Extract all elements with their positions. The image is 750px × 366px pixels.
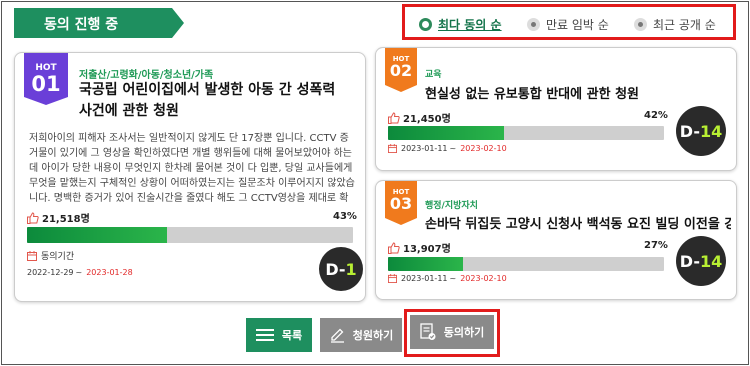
- radio-icon: [634, 18, 647, 31]
- date-separator: ~: [449, 144, 457, 153]
- date-end: 2023-01-28: [86, 268, 133, 277]
- date-start: 2023-01-11: [401, 274, 448, 283]
- petition-card-2[interactable]: HOT 02 교육 현실성 없는 유보통합 반대에 관한 청원 21,450명 …: [375, 47, 737, 171]
- petition-button[interactable]: 청원하기: [320, 318, 402, 352]
- agree-percent: 27%: [644, 240, 668, 251]
- petition-category: 저출산/고령화/아동/청소년/가족: [79, 70, 214, 81]
- petition-title[interactable]: 손바닥 뒤집듯 고양시 신청사 백석동 요진 빌딩 이전을 강: [425, 213, 731, 232]
- date-separator: ~: [75, 268, 83, 277]
- agree-count-value: 21,518명: [42, 214, 90, 225]
- sort-options: 최다 동의 순 만료 임박 순 최근 공개 순: [402, 4, 736, 40]
- rank-number: 03: [389, 194, 413, 213]
- sort-label: 만료 임박 순: [546, 18, 609, 32]
- thumbs-up-icon: [388, 241, 400, 254]
- calendar-icon: [388, 274, 397, 283]
- d-day-prefix: D-: [325, 259, 346, 279]
- petition-title[interactable]: 국공립 어린이집에서 발생한 아동 간 성폭력 사건에 관한 청원: [79, 80, 349, 122]
- agree-count-value: 13,907명: [403, 244, 451, 255]
- date-end: 2023-02-10: [460, 274, 507, 283]
- progress-fill: [388, 126, 504, 140]
- petition-button-label: 청원하기: [352, 329, 394, 342]
- agree-count: 21,450명: [388, 110, 451, 125]
- list-button-label: 목록: [281, 329, 303, 342]
- radio-selected-icon: [419, 18, 432, 31]
- date-start: 2022-12-29: [27, 268, 74, 277]
- progress-fill: [27, 227, 168, 243]
- agreement-period: 동의기간: [27, 249, 74, 262]
- calendar-icon: [27, 250, 37, 261]
- d-day-badge: D- 14: [676, 106, 726, 156]
- date-start: 2023-01-11: [401, 144, 448, 153]
- progress-fill: [388, 257, 463, 271]
- progress-bar: [27, 227, 353, 243]
- petition-title[interactable]: 현실성 없는 유보통합 반대에 관한 청원: [425, 83, 725, 102]
- petition-card-3[interactable]: HOT 03 행정/지방자치 손바닥 뒤집듯 고양시 신청사 백석동 요진 빌딩…: [375, 180, 737, 300]
- list-icon: [255, 329, 274, 341]
- progress-bar: [388, 126, 664, 140]
- d-day-number: 14: [699, 251, 723, 271]
- petition-category: 교육: [425, 70, 442, 80]
- period-dates: 2023-01-11 ~ 2023-02-10: [388, 274, 507, 283]
- calendar-icon: [388, 144, 397, 153]
- petition-card-1[interactable]: HOT 01 저출산/고령화/아동/청소년/가족 국공립 어린이집에서 발생한 …: [14, 52, 366, 302]
- progress-bar: [388, 257, 664, 271]
- d-day-badge: D- 1: [319, 247, 363, 291]
- agree-percent: 42%: [644, 110, 668, 121]
- agree-percent: 43%: [333, 211, 357, 222]
- section-header: 동의 진행 중: [14, 8, 184, 38]
- agree-button-label: 동의하기: [443, 326, 485, 339]
- pencil-icon: [330, 328, 344, 343]
- d-day-number: 14: [699, 121, 723, 141]
- petition-excerpt: 저희아이의 피해자 조사서는 일반적이지 않게도 단 17장뿐 입니다. CCT…: [29, 133, 355, 204]
- d-day-prefix: D-: [679, 121, 700, 141]
- sort-label: 최다 동의 순: [438, 18, 502, 32]
- petition-category: 행정/지방자치: [425, 201, 478, 211]
- rank-number: 02: [389, 61, 413, 80]
- hot-badge: HOT 03: [385, 181, 417, 225]
- section-title: 동의 진행 중: [44, 17, 119, 33]
- rank-number: 01: [31, 72, 61, 96]
- agree-count: 13,907명: [388, 240, 451, 255]
- d-day-badge: D- 14: [676, 236, 726, 286]
- hot-badge: HOT 01: [24, 53, 68, 105]
- sort-most-agreed[interactable]: 최다 동의 순: [419, 16, 502, 33]
- period-label: 동의기간: [41, 252, 75, 262]
- date-separator: ~: [449, 274, 457, 283]
- agree-count: 21,518명: [27, 210, 90, 225]
- period-dates: 2022-12-29 ~ 2023-01-28: [27, 268, 133, 277]
- d-day-number: 1: [345, 259, 357, 279]
- d-day-prefix: D-: [679, 251, 700, 271]
- hot-label: HOT: [35, 63, 57, 73]
- sort-label: 최근 공개 순: [653, 18, 716, 32]
- date-end: 2023-02-10: [460, 144, 507, 153]
- list-button[interactable]: 목록: [246, 318, 312, 352]
- sort-recently-published[interactable]: 최근 공개 순: [634, 16, 716, 33]
- thumbs-up-icon: [388, 111, 400, 124]
- sort-expiring-soon[interactable]: 만료 임박 순: [527, 16, 609, 33]
- hot-badge: HOT 02: [385, 48, 417, 92]
- agree-count-value: 21,450명: [403, 114, 451, 125]
- thumbs-up-icon: [27, 211, 39, 224]
- agree-button[interactable]: 동의하기: [410, 315, 494, 349]
- document-check-icon: [420, 323, 436, 340]
- period-dates: 2023-01-11 ~ 2023-02-10: [388, 144, 507, 153]
- radio-icon: [527, 18, 540, 31]
